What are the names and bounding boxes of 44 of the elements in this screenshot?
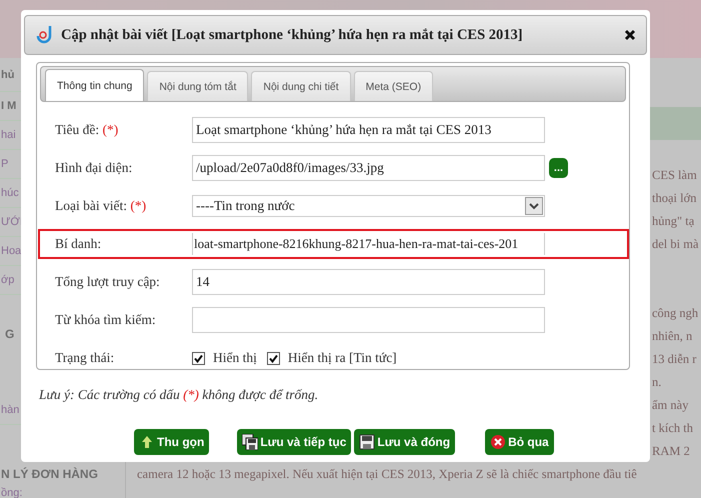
field-label: Loại bài viết: (*): [55, 198, 148, 214]
checkbox[interactable]: [192, 352, 205, 364]
up-arrow-icon: [139, 434, 155, 450]
article-text: CES làm: [652, 168, 698, 184]
checkbox[interactable]: [266, 352, 280, 364]
tab[interactable]: Thông tin chung: [45, 69, 144, 101]
text-field[interactable]: Loạt smartphone ‘khủng’ hứa hẹn ra mắt tại CES 2013: [192, 117, 545, 143]
action-button[interactable]: Lưu và đóng: [354, 429, 456, 455]
article-text: thoại lớn: [652, 191, 698, 207]
action-button[interactable]: Bỏ qua: [485, 429, 554, 455]
field-label: Tổng lượt truy cập:: [55, 274, 161, 290]
article-text: hủng" tạ: [652, 214, 696, 230]
cancel-icon: [490, 434, 506, 450]
category-dropdown[interactable]: ----Tin trong nước: [192, 195, 545, 217]
article-text: công ngh: [652, 306, 700, 322]
article-text: 13 diễn r: [652, 352, 698, 368]
image-path-field[interactable]: /upload/2e07a0d8f0/images/33.jpg: [192, 155, 545, 181]
tab[interactable]: Nội dung tóm tắt: [147, 71, 248, 101]
checkbox-label: Hiển thị ra [Tin tức]: [288, 350, 397, 366]
floppy-disks-icon: [242, 434, 258, 450]
text-field[interactable]: loat-smartphone-8216khung-8217-hua-hen-ra-mat-tai-ces-201: [192, 233, 545, 255]
article-text: n.: [652, 375, 662, 391]
action-button[interactable]: Lưu và tiếp tục: [237, 429, 352, 455]
field-label: Bí danh:: [55, 236, 102, 252]
tab[interactable]: Meta (SEO): [354, 71, 434, 101]
article-text: nhiên, n: [652, 329, 694, 345]
text-field[interactable]: 14: [192, 269, 545, 295]
text-field[interactable]: [192, 307, 545, 333]
field-label: Hình đại diện:: [55, 160, 134, 176]
article-text: del bi mà: [652, 237, 700, 253]
checkbox-label: Hiển thị: [213, 350, 257, 366]
close-icon[interactable]: [624, 29, 636, 41]
article-text: t kích th: [652, 421, 694, 437]
tab[interactable]: Nội dung chi tiết: [251, 71, 351, 101]
article-text: camera 12 hoặc 13 megapixel. Nếu xuất hiện tại CES 2013, Xperia Z sẽ là chiếc smartphone đầu tiê: [136, 467, 638, 483]
article-text: ẩm này: [652, 398, 690, 414]
field-label: Từ khóa tìm kiếm:: [55, 312, 157, 328]
field-label: Tiêu đề: (*): [55, 122, 120, 138]
field-label: Trạng thái:: [55, 350, 116, 366]
dialog-title: Cập nhật bài viết [Loạt smartphone ‘khủng’ hứa hẹn ra mắt tại CES 2013]: [61, 26, 524, 44]
required-note: Lưu ý: Các trường có dấu (*) không được để trống.: [39, 387, 320, 403]
browse-button[interactable]: ...: [549, 158, 568, 178]
article-text: RAM 2: [652, 444, 691, 460]
action-button[interactable]: Thu gọn: [134, 429, 210, 455]
